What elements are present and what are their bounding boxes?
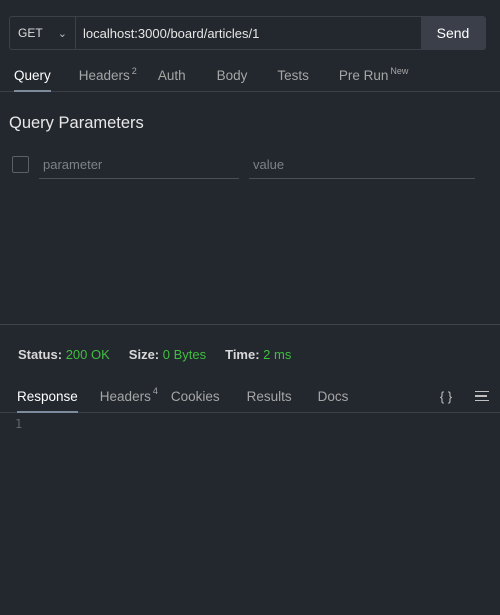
tab-label: Results [246,388,292,404]
url-text: localhost:3000/board/articles/1 [83,25,260,41]
tab-label: Docs [317,388,349,404]
menu-lines [475,390,489,402]
tab-auth[interactable]: Auth [158,60,186,91]
line-number: 1 [15,417,23,431]
tab-label: Tests [277,68,309,83]
tab-body[interactable]: Body [217,60,248,91]
tab-label: Headers [78,68,130,83]
request-tabs: Query Headers 2 Auth Body Tests Pre Run … [0,60,500,92]
param-enable-checkbox[interactable] [12,156,29,173]
tab-label: Query [14,68,51,83]
tab-docs[interactable]: Docs [318,380,349,412]
tab-response-headers[interactable]: Headers 4 [100,380,158,412]
response-tabs: Response Headers 4 Cookies Results Docs [0,380,500,413]
menu-icon[interactable] [474,380,490,412]
new-badge: New [390,65,409,76]
tab-tests[interactable]: Tests [277,60,309,91]
status-label: Status: [18,347,63,362]
tab-response[interactable]: Response [17,380,78,413]
chevron-down-icon: ⌄ [57,27,67,40]
tab-label: Body [216,68,248,83]
response-status-line: Status: 200 OK Size: 0 Bytes Time: 2 ms [18,347,291,362]
tab-headers[interactable]: Headers 2 [79,60,137,91]
time-group: Time: 2 ms [225,347,291,362]
size-group: Size: 0 Bytes [129,347,206,362]
headers-count-badge: 2 [131,65,137,76]
tab-label: Cookies [170,388,220,404]
time-value: 2 ms [263,347,292,362]
json-format-icon[interactable]: { } [436,380,456,412]
value-input[interactable]: value [249,152,475,179]
response-headers-count-badge: 4 [152,386,158,396]
tab-label: Auth [157,68,186,83]
size-label: Size: [128,347,160,362]
method-label: GET [18,26,43,40]
method-select[interactable]: GET ⌄ [10,17,76,49]
tab-label: Pre Run [338,68,389,83]
query-param-row: parameter value [12,152,482,180]
query-parameters-title: Query Parameters [9,114,144,132]
time-label: Time: [225,347,260,362]
tab-query[interactable]: Query [14,60,51,92]
parameter-input[interactable]: parameter [39,152,239,179]
tab-label: Headers [99,388,151,404]
send-button[interactable]: Send [421,17,485,49]
tab-cookies[interactable]: Cookies [171,380,220,412]
status-group: Status: 200 OK [18,347,110,362]
request-url-bar: GET ⌄ localhost:3000/board/articles/1 Se… [9,16,486,50]
tab-label: Response [17,388,78,404]
tab-results[interactable]: Results [247,380,292,412]
url-input[interactable]: localhost:3000/board/articles/1 [76,17,421,49]
size-value: 0 Bytes [162,347,207,362]
pane-divider[interactable] [0,324,500,325]
status-value: 200 OK [65,347,110,362]
tab-pre-run[interactable]: Pre Run New [339,60,409,91]
